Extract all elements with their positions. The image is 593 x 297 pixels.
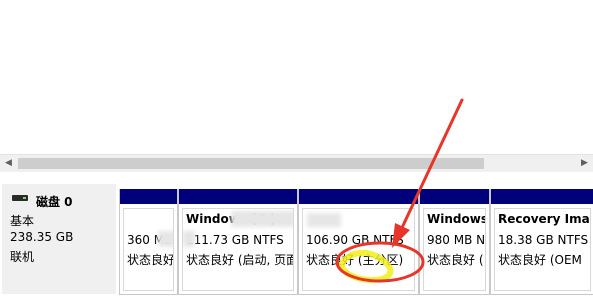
pane-gap — [0, 172, 593, 183]
partition-bar — [420, 189, 489, 204]
partition-state: 状态良好 — [127, 253, 174, 267]
scrollbar-thumb[interactable] — [18, 158, 484, 169]
partition-primary-data[interactable]: 106.90 GB NTFS 状态良好 (主分区) — [298, 189, 419, 295]
partition-efi[interactable]: 360 MB 状态良好 — [119, 189, 178, 295]
partition-state: 状态良好 (主分区) — [306, 253, 404, 267]
partition-bar — [299, 189, 418, 204]
partition-bar — [491, 189, 593, 204]
redaction-blur — [231, 211, 293, 227]
partition-name: Windows — [427, 212, 486, 226]
partition-windows-c[interactable]: Windows (C:) 111.73 GB NTFS 状态良好 (启动, 页面 — [178, 189, 298, 295]
partition-size: 106.90 GB NTFS — [306, 233, 404, 247]
disk-status: 联机 — [10, 250, 35, 264]
partition-windows-recovery[interactable]: Windows 980 MB N 状态良好 ( — [419, 189, 490, 295]
scroll-left-icon[interactable]: ◀ — [0, 155, 17, 172]
scroll-right-icon[interactable]: ▶ — [576, 155, 593, 172]
partition-recovery-image[interactable]: Recovery Imag 18.38 GB NTFS 状态良好 (OEM — [490, 189, 593, 295]
partition-size: 18.38 GB NTFS — [498, 233, 589, 247]
disk-info-panel[interactable]: 磁盘 0 基本 238.35 GB 联机 — [2, 184, 116, 294]
partition-name: Recovery Imag — [498, 212, 591, 226]
disk-type: 基本 — [10, 214, 35, 228]
partition-body: 360 MB 状态良好 — [123, 208, 174, 291]
partition-size: 980 MB N — [427, 233, 486, 247]
partition-bar — [179, 189, 297, 204]
partition-body: Recovery Imag 18.38 GB NTFS 状态良好 (OEM — [494, 208, 591, 291]
partition-state: 状态良好 ( — [427, 253, 484, 267]
partition-bar — [120, 189, 177, 204]
horizontal-scrollbar[interactable]: ◀ ▶ — [0, 154, 593, 172]
partition-body: Windows 980 MB N 状态良好 ( — [423, 208, 486, 291]
partition-body: 106.90 GB NTFS 状态良好 (主分区) — [302, 208, 415, 291]
redaction-blur — [183, 231, 195, 247]
volume-list-area — [0, 0, 593, 154]
redaction-blur — [307, 213, 341, 227]
redaction-blur — [158, 231, 173, 247]
partition-body: Windows (C:) 111.73 GB NTFS 状态良好 (启动, 页面 — [182, 208, 294, 291]
hard-disk-icon — [12, 195, 28, 203]
disk-size: 238.35 GB — [10, 230, 74, 244]
partition-state: 状态良好 (启动, 页面 — [186, 253, 294, 267]
partition-size: 111.73 GB NTFS — [186, 233, 284, 247]
partition-state: 状态良好 (OEM — [498, 253, 582, 267]
disk-title: 磁盘 0 — [36, 195, 73, 209]
